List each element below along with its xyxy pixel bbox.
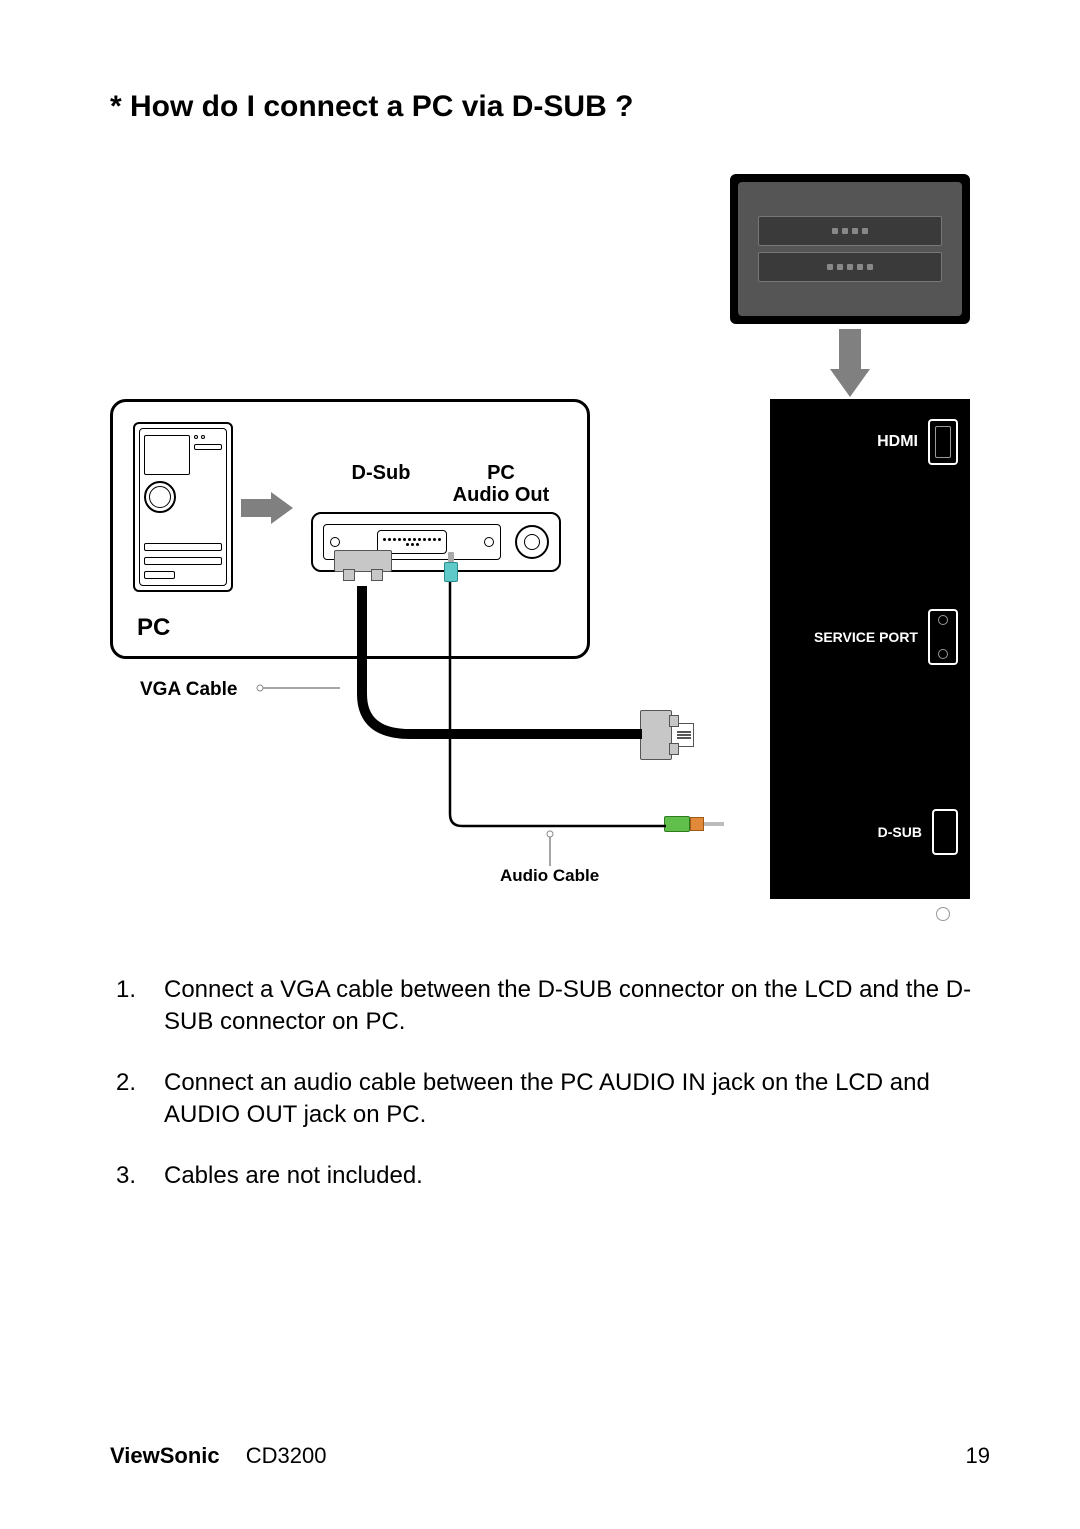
- hdmi-port-icon: [928, 419, 958, 465]
- step-text: Connect an audio cable between the PC AU…: [164, 1067, 990, 1132]
- arrow-down-icon: [835, 329, 865, 399]
- audio-plug-display-end: [664, 816, 724, 832]
- step-number: 1.: [116, 974, 164, 1039]
- page: * How do I connect a PC via D-SUB ? HDMI…: [0, 0, 1080, 1529]
- footer-brand: ViewSonic: [110, 1443, 220, 1468]
- audio-cable-label: Audio Cable: [500, 866, 599, 886]
- audio-plug-pc-end: [442, 552, 460, 582]
- step-text: Cables are not included.: [164, 1160, 990, 1192]
- step-item: 3. Cables are not included.: [116, 1160, 990, 1192]
- instruction-steps: 1. Connect a VGA cable between the D-SUB…: [110, 974, 990, 1192]
- dsub-port-icon: [932, 809, 958, 855]
- step-text: Connect a VGA cable between the D-SUB co…: [164, 974, 990, 1039]
- step-number: 2.: [116, 1067, 164, 1132]
- audio-in-jack-icon: [928, 899, 958, 929]
- page-title: * How do I connect a PC via D-SUB ?: [110, 90, 990, 124]
- pc-dsub-label: D-Sub: [311, 462, 451, 506]
- vga-cable-label: VGA Cable: [140, 679, 238, 701]
- step-number: 3.: [116, 1160, 164, 1192]
- dsub-port-label: D-SUB: [878, 824, 922, 840]
- pc-audio-in-label: PC AUDIO IN: [832, 906, 918, 922]
- step-item: 1. Connect a VGA cable between the D-SUB…: [116, 974, 990, 1039]
- pc-audio-out-label-1: PC: [451, 462, 551, 484]
- step-item: 2. Connect an audio cable between the PC…: [116, 1067, 990, 1132]
- hdmi-label: HDMI: [877, 433, 918, 451]
- connection-diagram: HDMI SERVICE PORT D-SUB PC AUDIO IN: [110, 174, 990, 934]
- vga-plug-pc-end: [328, 550, 398, 590]
- arrow-right-icon: [241, 492, 293, 524]
- monitor-rear-view: [730, 174, 970, 324]
- page-footer: ViewSonic CD3200 19: [110, 1443, 990, 1469]
- pc-label: PC: [137, 614, 170, 642]
- audio-out-port-icon: [515, 525, 549, 559]
- pc-audio-out-label-2: Audio Out: [451, 484, 551, 506]
- footer-model: CD3200: [246, 1443, 327, 1468]
- service-port-icon: [928, 609, 958, 665]
- service-port-label: SERVICE PORT: [814, 629, 918, 645]
- monitor-rear-panel: [738, 182, 962, 316]
- page-number: 19: [966, 1443, 990, 1469]
- vga-plug-display-end: [640, 710, 694, 760]
- pc-tower-icon: [133, 422, 233, 592]
- display-port-panel: HDMI SERVICE PORT D-SUB PC AUDIO IN: [770, 399, 970, 899]
- pc-box: PC D-Sub PC Audio Out: [110, 399, 590, 659]
